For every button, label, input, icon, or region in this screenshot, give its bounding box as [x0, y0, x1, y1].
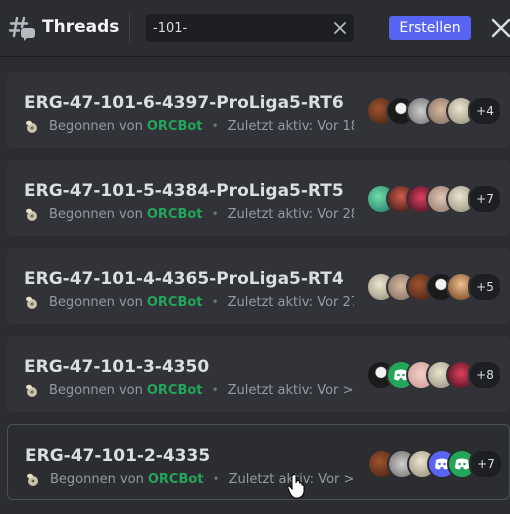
bot-name[interactable]: ORCBot	[148, 472, 204, 487]
last-active: Zuletzt aktiv: Vor 28	[227, 206, 354, 222]
thread-meta: Begonnen von ORCBot • Zuletzt aktiv: Vor…	[24, 205, 354, 223]
last-active: Zuletzt aktiv: Vor 18	[227, 118, 354, 134]
participant-avatars: +5	[366, 272, 504, 302]
bot-avatar-icon	[26, 384, 37, 397]
thread-item[interactable]: ERG-47-101-6-4397-ProLiga5-RT6 Begonnen …	[7, 72, 510, 148]
participant-avatars: +7	[366, 184, 504, 214]
started-by-label: Begonnen von	[49, 118, 143, 134]
bot-name[interactable]: ORCBot	[147, 119, 203, 134]
separator-dot: •	[211, 295, 219, 309]
started-by-label: Begonnen von	[49, 294, 143, 310]
bot-name[interactable]: ORCBot	[147, 383, 203, 398]
started-by-label: Begonnen von	[49, 382, 143, 398]
thread-item[interactable]: ERG-47-101-4-4365-ProLiga5-RT4 Begonnen …	[7, 248, 510, 324]
create-thread-button[interactable]: Erstellen	[389, 16, 471, 40]
participant-count: +7	[469, 449, 503, 479]
thread-item[interactable]: ERG-47-101-5-4384-ProLiga5-RT5 Begonnen …	[7, 160, 510, 236]
threads-header: Threads Erstellen	[0, 0, 510, 56]
participant-count: +5	[468, 272, 502, 302]
bot-name[interactable]: ORCBot	[147, 207, 203, 222]
participant-avatars: +7	[367, 449, 505, 479]
last-active: Zuletzt aktiv: Vor 27	[227, 294, 354, 310]
thread-meta: Begonnen von ORCBot • Zuletzt aktiv: Vor…	[24, 381, 354, 399]
separator-dot: •	[211, 119, 219, 133]
participant-avatars: +8	[366, 360, 504, 390]
close-icon[interactable]	[490, 17, 510, 39]
started-by-label: Begonnen von	[50, 471, 144, 487]
participant-count: +4	[468, 96, 502, 126]
thread-meta: Begonnen von ORCBot • Zuletzt aktiv: Vor…	[24, 117, 354, 135]
bot-avatar-icon	[26, 208, 37, 221]
bot-avatar-icon	[27, 473, 38, 486]
thread-meta: Begonnen von ORCBot • Zuletzt aktiv: Vor…	[24, 293, 354, 311]
thread-title: ERG-47-101-2-4335	[25, 446, 211, 466]
bot-avatar-icon	[26, 296, 37, 309]
thread-title: ERG-47-101-6-4397-ProLiga5-RT6	[24, 93, 344, 113]
thread-meta: Begonnen von ORCBot • Zuletzt aktiv: Vor…	[25, 470, 355, 488]
participant-avatars: +4	[366, 96, 504, 126]
search-box[interactable]	[146, 14, 354, 42]
hand-cursor-icon	[287, 474, 305, 499]
thread-item[interactable]: ERG-47-101-2-4335 Begonnen von ORCBot • …	[7, 424, 510, 500]
thread-title: ERG-47-101-4-4365-ProLiga5-RT4	[24, 269, 344, 289]
bot-avatar-icon	[26, 120, 37, 133]
bot-name[interactable]: ORCBot	[147, 295, 203, 310]
clear-search-icon[interactable]	[332, 20, 348, 36]
thread-item[interactable]: ERG-47-101-3-4350 Begonnen von ORCBot • …	[7, 336, 510, 412]
page-title: Threads	[42, 17, 120, 37]
separator-dot: •	[211, 383, 219, 397]
started-by-label: Begonnen von	[49, 206, 143, 222]
last-active: Zuletzt aktiv: Vor >3	[227, 382, 354, 398]
thread-title: ERG-47-101-5-4384-ProLiga5-RT5	[24, 181, 344, 201]
participant-count: +7	[468, 184, 502, 214]
participant-count: +8	[468, 360, 502, 390]
thread-title: ERG-47-101-3-4350	[24, 357, 210, 377]
header-divider	[129, 14, 130, 42]
separator-dot: •	[212, 472, 220, 486]
threads-icon	[8, 16, 35, 41]
separator-dot: •	[211, 207, 219, 221]
search-input[interactable]	[153, 18, 323, 38]
